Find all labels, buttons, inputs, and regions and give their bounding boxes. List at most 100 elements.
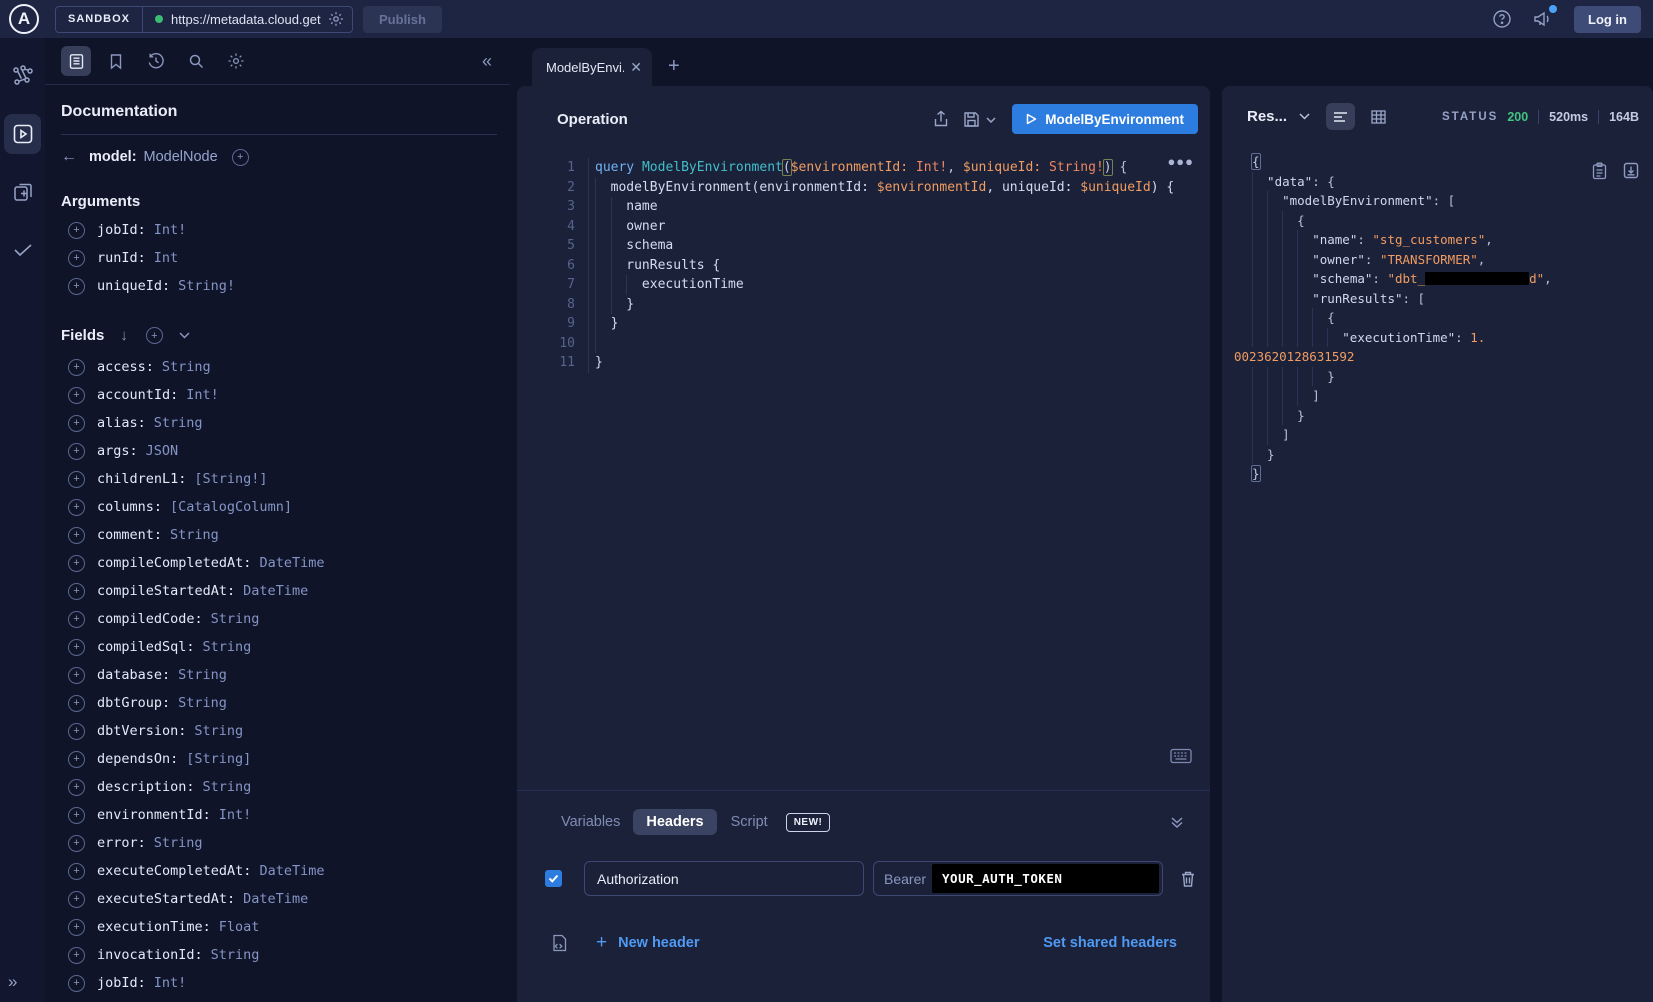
field-type[interactable]: JSON — [146, 443, 179, 459]
json-line[interactable]: } — [1252, 406, 1552, 426]
field-type[interactable]: DateTime — [259, 555, 324, 571]
operation-collections-icon[interactable] — [0, 172, 45, 212]
add-field-icon[interactable]: + — [68, 891, 85, 908]
json-line[interactable]: { — [1252, 308, 1552, 328]
json-line[interactable]: "data": { — [1252, 172, 1552, 192]
auth-token-value[interactable]: YOUR_AUTH_TOKEN — [932, 864, 1159, 893]
code-line[interactable]: 1query ModelByEnvironment($environmentId… — [545, 158, 1174, 178]
header-enabled-checkbox[interactable] — [545, 870, 562, 887]
json-line[interactable]: "modelByEnvironment": [ — [1252, 191, 1552, 211]
code-line[interactable]: 3name — [545, 197, 1174, 217]
field-type[interactable]: Int! — [154, 975, 187, 991]
field-type[interactable]: [String] — [186, 751, 251, 767]
code-line[interactable]: 11} — [545, 353, 1174, 373]
field-type[interactable]: String — [154, 415, 203, 431]
help-icon[interactable] — [1492, 9, 1512, 29]
chevron-down-icon[interactable] — [179, 332, 190, 339]
checklist-icon[interactable] — [0, 230, 45, 270]
field-row[interactable]: +columns:[CatalogColumn] — [61, 493, 494, 521]
field-type[interactable]: DateTime — [243, 891, 308, 907]
collapse-section-icon[interactable] — [1170, 815, 1184, 829]
field-row[interactable]: +dbtVersion:String — [61, 717, 494, 745]
field-row[interactable]: +environmentId:Int! — [61, 801, 494, 829]
field-type[interactable]: Int! — [219, 807, 252, 823]
argument-row[interactable]: +runId:Int — [61, 244, 494, 272]
field-row[interactable]: +executionTime:Float — [61, 913, 494, 941]
field-type[interactable]: String — [162, 359, 211, 375]
close-tab-icon[interactable]: ✕ — [630, 59, 642, 76]
tab-script[interactable]: Script — [731, 814, 768, 830]
add-field-icon[interactable]: + — [68, 919, 85, 936]
code-line[interactable]: 4owner — [545, 217, 1174, 237]
code-line[interactable]: 5schema — [545, 236, 1174, 256]
field-type[interactable]: [String!] — [194, 471, 267, 487]
schema-graph-icon[interactable] — [0, 56, 45, 96]
field-row[interactable]: +accountId:Int! — [61, 381, 494, 409]
save-options-chevron-icon[interactable] — [986, 117, 996, 123]
set-shared-headers-link[interactable]: Set shared headers — [1043, 935, 1177, 951]
json-line[interactable]: } — [1252, 367, 1552, 387]
field-type[interactable]: [CatalogColumn] — [170, 499, 292, 515]
field-row[interactable]: +args:JSON — [61, 437, 494, 465]
add-field-icon[interactable]: + — [68, 611, 85, 628]
table-view-icon[interactable] — [1364, 103, 1393, 130]
field-type[interactable]: Int — [154, 250, 178, 266]
json-line[interactable]: "schema": "dbt_d", — [1252, 269, 1552, 289]
add-field-icon[interactable]: + — [68, 471, 85, 488]
endpoint-url[interactable]: https://metadata.cloud.get — [171, 12, 326, 27]
add-field-icon[interactable]: + — [68, 555, 85, 572]
json-line[interactable]: ] — [1252, 386, 1552, 406]
add-field-icon[interactable]: + — [68, 751, 85, 768]
search-icon[interactable] — [181, 46, 211, 76]
argument-row[interactable]: +uniqueId:String! — [61, 272, 494, 300]
add-field-icon[interactable]: + — [68, 527, 85, 544]
field-row[interactable]: +compiledSql:String — [61, 633, 494, 661]
field-row[interactable]: +database:String — [61, 661, 494, 689]
tab-variables[interactable]: Variables — [561, 814, 620, 830]
endpoint-settings-gear-icon[interactable] — [328, 11, 344, 27]
field-row[interactable]: +invocationId:String — [61, 941, 494, 969]
field-type[interactable]: String — [194, 723, 243, 739]
code-line[interactable]: 7executionTime — [545, 275, 1174, 295]
field-type[interactable]: String! — [178, 278, 235, 294]
field-type[interactable]: String — [211, 611, 260, 627]
json-line[interactable]: } — [1252, 445, 1552, 465]
field-type[interactable]: Int! — [154, 222, 187, 238]
copy-response-icon[interactable] — [1592, 162, 1607, 180]
login-button[interactable]: Log in — [1574, 6, 1641, 33]
add-field-icon[interactable]: + — [68, 695, 85, 712]
field-type[interactable]: String — [170, 527, 219, 543]
sort-fields-icon[interactable]: ↓ — [120, 327, 128, 344]
new-header-button[interactable]: + New header — [596, 932, 700, 954]
header-value-field[interactable]: Bearer YOUR_AUTH_TOKEN — [873, 861, 1163, 896]
json-line[interactable]: } — [1252, 464, 1552, 484]
explorer-icon[interactable] — [4, 114, 41, 154]
response-dropdown-chevron-icon[interactable] — [1299, 113, 1310, 120]
field-row[interactable]: +dbtGroup:String — [61, 689, 494, 717]
raw-view-icon[interactable] — [1326, 103, 1355, 130]
field-type[interactable]: String — [211, 947, 260, 963]
add-field-icon[interactable]: + — [68, 807, 85, 824]
field-type[interactable]: String — [154, 835, 203, 851]
add-field-icon[interactable]: + — [68, 443, 85, 460]
json-line[interactable]: "executionTime": 1. — [1252, 328, 1552, 348]
field-type[interactable]: DateTime — [259, 863, 324, 879]
code-line[interactable]: 8} — [545, 295, 1174, 315]
add-field-icon[interactable]: + — [68, 863, 85, 880]
add-field-icon[interactable]: + — [68, 250, 85, 267]
field-type[interactable]: String — [203, 779, 252, 795]
field-type[interactable]: String — [178, 695, 227, 711]
field-row[interactable]: +dependsOn:[String] — [61, 745, 494, 773]
add-field-icon[interactable]: + — [68, 222, 85, 239]
add-field-icon[interactable]: + — [68, 583, 85, 600]
add-field-icon[interactable]: + — [68, 835, 85, 852]
json-line[interactable]: { — [1252, 152, 1552, 172]
field-row[interactable]: +jobId:Int! — [61, 969, 494, 997]
save-operation-icon[interactable] — [963, 111, 980, 128]
collapse-panel-icon[interactable]: « — [482, 51, 492, 72]
graphql-editor[interactable]: 1query ModelByEnvironment($environmentId… — [545, 158, 1174, 373]
json-line[interactable]: ] — [1252, 425, 1552, 445]
documentation-tab-icon[interactable] — [61, 46, 91, 76]
history-icon[interactable] — [141, 46, 171, 76]
field-row[interactable]: +compileCompletedAt:DateTime — [61, 549, 494, 577]
